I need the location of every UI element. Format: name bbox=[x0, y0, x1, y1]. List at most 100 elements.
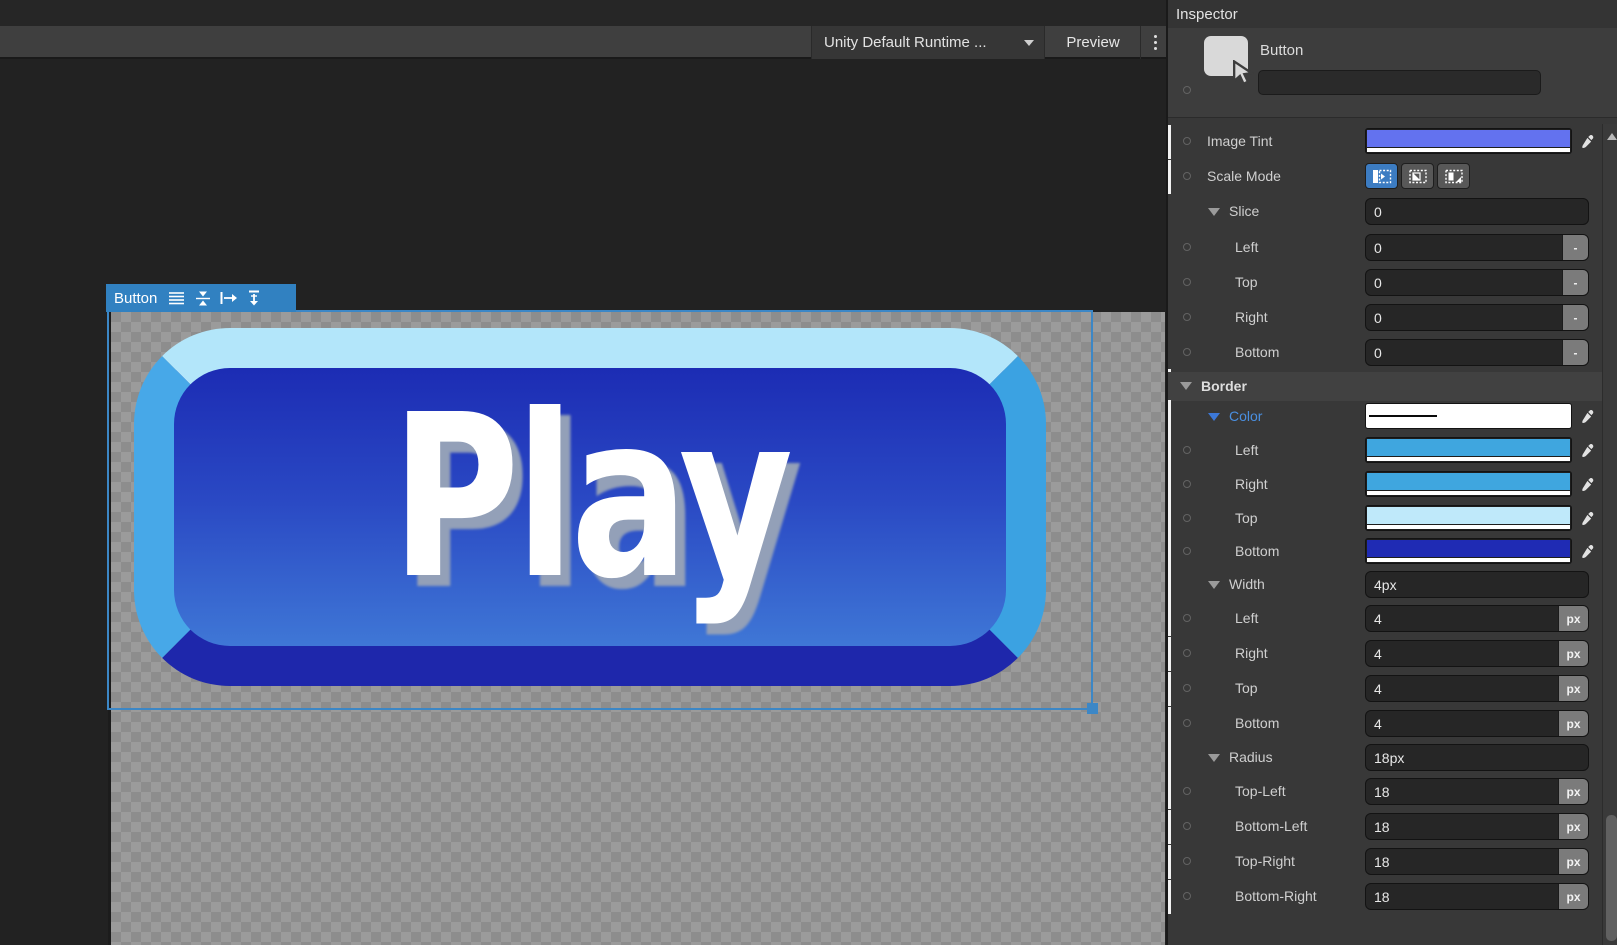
bind-indicator[interactable] bbox=[1183, 446, 1191, 454]
foldout-triangle-icon[interactable] bbox=[1208, 208, 1220, 216]
foldout-triangle-icon[interactable] bbox=[1208, 413, 1220, 421]
scale-to-fit-icon[interactable] bbox=[1437, 163, 1470, 189]
foldout-triangle-icon[interactable] bbox=[1180, 382, 1192, 390]
bind-indicator[interactable] bbox=[1183, 278, 1191, 286]
scrollbar-thumb[interactable] bbox=[1606, 815, 1617, 941]
field-value: 4 bbox=[1366, 716, 1558, 732]
play-button-element[interactable]: Play bbox=[134, 328, 1046, 686]
value-field-right[interactable]: 0- bbox=[1365, 304, 1589, 331]
bind-indicator[interactable] bbox=[1183, 348, 1191, 356]
unit-dropdown-button[interactable]: px bbox=[1558, 676, 1588, 701]
bind-indicator[interactable] bbox=[1183, 480, 1191, 488]
field-value: 0 bbox=[1366, 275, 1562, 291]
cursor-icon bbox=[1232, 60, 1258, 86]
unit-dropdown-button[interactable]: px bbox=[1558, 641, 1588, 666]
color-swatch-bottom[interactable] bbox=[1365, 538, 1572, 564]
scale-and-crop-icon[interactable] bbox=[1401, 163, 1434, 189]
bind-indicator[interactable] bbox=[1183, 547, 1191, 555]
value-field-bottom-left[interactable]: 18px bbox=[1365, 813, 1589, 840]
eyedropper-icon[interactable] bbox=[1574, 437, 1601, 463]
bind-indicator[interactable] bbox=[1183, 649, 1191, 657]
runtime-theme-dropdown[interactable]: Unity Default Runtime ... bbox=[811, 26, 1045, 59]
eyedropper-icon[interactable] bbox=[1574, 128, 1601, 154]
bind-indicator[interactable] bbox=[1183, 313, 1191, 321]
value-field-bottom[interactable]: 4px bbox=[1365, 710, 1589, 737]
unit-dropdown-button[interactable]: px bbox=[1558, 606, 1588, 631]
value-field-bottom[interactable]: 0- bbox=[1365, 339, 1589, 366]
value-field-top[interactable]: 4px bbox=[1365, 675, 1589, 702]
unit-dropdown-button[interactable]: - bbox=[1562, 340, 1588, 365]
value-field-right[interactable]: 4px bbox=[1365, 640, 1589, 667]
eyedropper-icon[interactable] bbox=[1574, 403, 1601, 429]
field-value: 4px bbox=[1366, 577, 1588, 593]
value-field-top-right[interactable]: 18px bbox=[1365, 848, 1589, 875]
value-field-radius[interactable]: 18px bbox=[1365, 744, 1589, 771]
field-value: 0 bbox=[1366, 310, 1562, 326]
field-value: 0 bbox=[1366, 204, 1588, 220]
align-lines-icon[interactable] bbox=[168, 291, 186, 305]
property-label-right: Right bbox=[1235, 304, 1268, 331]
bind-indicator[interactable] bbox=[1183, 614, 1191, 622]
align-vertical-center-icon[interactable] bbox=[195, 291, 211, 306]
override-indicator-bar bbox=[1168, 568, 1171, 602]
bind-indicator[interactable] bbox=[1183, 892, 1191, 900]
color-swatch-top[interactable] bbox=[1365, 505, 1572, 531]
color-swatch-color[interactable] bbox=[1365, 403, 1572, 429]
color-swatch bbox=[1367, 540, 1570, 557]
inspector-tab-title[interactable]: Inspector bbox=[1168, 0, 1617, 28]
field-value: 18 bbox=[1366, 784, 1558, 800]
eyedropper-icon[interactable] bbox=[1574, 505, 1601, 531]
fill-vertical-icon[interactable] bbox=[247, 290, 261, 306]
value-field-top-left[interactable]: 18px bbox=[1365, 778, 1589, 805]
color-swatch-right[interactable] bbox=[1365, 471, 1572, 497]
unit-dropdown-button[interactable]: px bbox=[1558, 884, 1588, 909]
bind-indicator[interactable] bbox=[1183, 172, 1191, 180]
bind-indicator[interactable] bbox=[1183, 857, 1191, 865]
kebab-menu-icon[interactable] bbox=[1146, 26, 1164, 59]
unit-dropdown-button[interactable]: px bbox=[1558, 849, 1588, 874]
bind-indicator[interactable] bbox=[1183, 86, 1191, 94]
selected-element-name: Button bbox=[114, 290, 157, 307]
field-value: 18 bbox=[1366, 819, 1558, 835]
unit-dropdown-button[interactable]: - bbox=[1562, 305, 1588, 330]
value-field-width[interactable]: 4px bbox=[1365, 571, 1589, 598]
bind-indicator[interactable] bbox=[1183, 137, 1191, 145]
value-field-top[interactable]: 0- bbox=[1365, 269, 1589, 296]
stretch-to-fill-icon[interactable] bbox=[1365, 163, 1398, 189]
fill-horizontal-icon[interactable] bbox=[220, 291, 238, 305]
bind-indicator[interactable] bbox=[1183, 514, 1191, 522]
field-value: 0 bbox=[1366, 240, 1562, 256]
eyedropper-icon[interactable] bbox=[1574, 471, 1601, 497]
foldout-triangle-icon[interactable] bbox=[1208, 754, 1220, 762]
preview-button[interactable]: Preview bbox=[1046, 26, 1141, 59]
bind-indicator[interactable] bbox=[1183, 684, 1191, 692]
bind-indicator[interactable] bbox=[1183, 243, 1191, 251]
override-indicator-bar bbox=[1168, 810, 1171, 844]
value-field-slice[interactable]: 0 bbox=[1365, 198, 1589, 225]
element-name-input[interactable] bbox=[1258, 70, 1541, 95]
value-field-left[interactable]: 0- bbox=[1365, 234, 1589, 261]
section-header-border[interactable]: Border bbox=[1168, 372, 1602, 401]
eyedropper-icon[interactable] bbox=[1574, 538, 1601, 564]
value-field-bottom-right[interactable]: 18px bbox=[1365, 883, 1589, 910]
bind-indicator[interactable] bbox=[1183, 719, 1191, 727]
selected-element-tab[interactable]: Button bbox=[106, 284, 296, 312]
unit-dropdown-button[interactable]: px bbox=[1558, 711, 1588, 736]
inspector-scrollbar[interactable] bbox=[1602, 124, 1617, 945]
scroll-up-icon[interactable] bbox=[1607, 133, 1617, 140]
color-swatch bbox=[1367, 130, 1570, 147]
unit-dropdown-button[interactable]: px bbox=[1558, 779, 1588, 804]
property-label-top-right: Top-Right bbox=[1235, 848, 1295, 875]
unit-dropdown-button[interactable]: - bbox=[1562, 235, 1588, 260]
value-field-left[interactable]: 4px bbox=[1365, 605, 1589, 632]
resize-handle[interactable] bbox=[1087, 703, 1098, 714]
bind-indicator[interactable] bbox=[1183, 787, 1191, 795]
field-value: 4 bbox=[1366, 646, 1558, 662]
bind-indicator[interactable] bbox=[1183, 822, 1191, 830]
unit-dropdown-button[interactable]: - bbox=[1562, 270, 1588, 295]
color-swatch-image tint[interactable] bbox=[1365, 128, 1572, 154]
viewport-toolbar: Unity Default Runtime ... Preview bbox=[0, 26, 1166, 59]
foldout-triangle-icon[interactable] bbox=[1208, 581, 1220, 589]
color-swatch-left[interactable] bbox=[1365, 437, 1572, 463]
unit-dropdown-button[interactable]: px bbox=[1558, 814, 1588, 839]
